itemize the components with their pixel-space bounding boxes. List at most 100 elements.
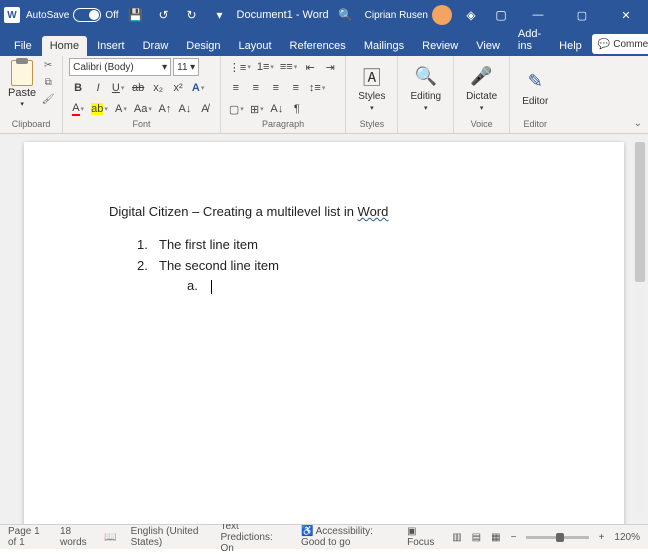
borders-button[interactable]: ⊞ xyxy=(248,100,266,118)
bullets-button[interactable]: ⋮≡ xyxy=(227,58,253,76)
bold-button[interactable]: B xyxy=(69,79,87,97)
highlight-button[interactable]: ab xyxy=(89,100,110,118)
shrink-font-button[interactable]: A↓ xyxy=(176,100,194,118)
editing-button[interactable]: 🔍 Editing▾ xyxy=(404,58,447,118)
autosave-toggle[interactable]: AutoSave Off xyxy=(26,8,119,22)
comments-button[interactable]: 💬 Comments xyxy=(592,34,648,54)
zoom-out-button[interactable]: − xyxy=(511,532,517,543)
user-name: Ciprian Rusen xyxy=(365,10,428,21)
grow-font-button[interactable]: A↑ xyxy=(156,100,174,118)
ribbon: Paste ▾ ✂ ⧉ 🖌 Clipboard Calibri (Body)▾ … xyxy=(0,56,648,134)
shading-button[interactable]: A xyxy=(112,100,130,118)
clipboard-label: Clipboard xyxy=(6,119,56,131)
group-clipboard: Paste ▾ ✂ ⧉ 🖌 Clipboard xyxy=(0,56,63,133)
editor-icon: ✎ xyxy=(523,70,547,94)
tab-draw[interactable]: Draw xyxy=(135,36,177,56)
clear-formatting-button[interactable]: A̸ xyxy=(196,100,214,118)
word-count[interactable]: 18 words xyxy=(60,526,90,548)
multilevel-button[interactable]: ≡≡ xyxy=(278,58,299,76)
avatar-icon xyxy=(432,5,452,25)
tab-help[interactable]: Help xyxy=(551,36,590,56)
align-left-button[interactable]: ≡ xyxy=(227,79,245,97)
tab-view[interactable]: View xyxy=(468,36,508,56)
zoom-in-button[interactable]: + xyxy=(599,532,605,543)
collapse-ribbon-button[interactable]: ⌄ xyxy=(634,118,642,129)
strikethrough-button[interactable]: ab xyxy=(129,79,147,97)
tab-insert[interactable]: Insert xyxy=(89,36,133,56)
shading-para-button[interactable]: ▢ xyxy=(227,100,246,118)
ribbon-options-button[interactable]: ▢ xyxy=(490,4,512,26)
subscript-button[interactable]: x₂ xyxy=(149,79,167,97)
cut-button[interactable]: ✂ xyxy=(40,58,56,72)
tab-references[interactable]: References xyxy=(282,36,354,56)
align-right-button[interactable]: ≡ xyxy=(267,79,285,97)
font-size-select[interactable]: 11▾ xyxy=(173,58,199,76)
tab-file[interactable]: File xyxy=(6,36,40,56)
group-voice: 🎤 Dictate▾ Voice xyxy=(454,56,510,133)
styles-label: Styles xyxy=(352,119,391,131)
close-button[interactable]: ✕ xyxy=(608,0,644,30)
superscript-button[interactable]: x² xyxy=(169,79,187,97)
page-count[interactable]: Page 1 of 1 xyxy=(8,526,46,548)
spell-check-icon[interactable]: 📖 xyxy=(104,532,116,543)
read-mode-button[interactable]: ▥ xyxy=(452,532,461,543)
document-heading: Digital Citizen – Creating a multilevel … xyxy=(109,202,539,223)
page[interactable]: Digital Citizen – Creating a multilevel … xyxy=(24,142,624,524)
decrease-indent-button[interactable]: ⇤ xyxy=(301,58,319,76)
web-layout-button[interactable]: ▦ xyxy=(491,532,500,543)
undo-button[interactable]: ↺ xyxy=(153,4,175,26)
qat-customize-button[interactable]: ▾ xyxy=(209,4,231,26)
group-styles: 🄰 Styles▾ Styles xyxy=(346,56,398,133)
copy-button[interactable]: ⧉ xyxy=(40,75,56,89)
print-layout-button[interactable]: ▤ xyxy=(472,532,481,543)
numbering-button[interactable]: 1≡ xyxy=(255,58,276,76)
sort-button[interactable]: A↓ xyxy=(268,100,286,118)
user-account[interactable]: Ciprian Rusen xyxy=(365,5,452,25)
language-status[interactable]: English (United States) xyxy=(131,526,207,548)
microphone-icon: 🎤 xyxy=(470,65,494,89)
dictate-button[interactable]: 🎤 Dictate▾ xyxy=(460,58,503,118)
word-app-icon: W xyxy=(4,7,20,23)
tab-design[interactable]: Design xyxy=(178,36,228,56)
show-marks-button[interactable]: ¶ xyxy=(288,100,306,118)
font-name-select[interactable]: Calibri (Body)▾ xyxy=(69,58,171,76)
vertical-scrollbar[interactable] xyxy=(634,142,646,512)
search-button[interactable]: 🔍 xyxy=(335,4,357,26)
tab-home[interactable]: Home xyxy=(42,36,87,56)
tab-review[interactable]: Review xyxy=(414,36,466,56)
styles-icon: 🄰 xyxy=(360,65,384,89)
focus-mode-button[interactable]: ▣ Focus xyxy=(407,526,442,548)
status-bar: Page 1 of 1 18 words 📖 English (United S… xyxy=(0,524,648,549)
zoom-level[interactable]: 120% xyxy=(614,532,640,543)
sub-list: a. xyxy=(159,276,539,297)
italic-button[interactable]: I xyxy=(89,79,107,97)
editor-button[interactable]: ✎ Editor xyxy=(516,58,554,118)
line-spacing-button[interactable]: ↕≡ xyxy=(307,79,327,97)
format-painter-button[interactable]: 🖌 xyxy=(40,92,56,106)
diamond-icon[interactable]: ◈ xyxy=(460,4,482,26)
styles-button[interactable]: 🄰 Styles▾ xyxy=(352,58,391,118)
change-case-button[interactable]: Aa xyxy=(132,100,154,118)
underline-button[interactable]: U xyxy=(109,79,127,97)
font-label: Font xyxy=(69,119,214,131)
zoom-slider[interactable] xyxy=(526,536,588,539)
autosave-label: AutoSave xyxy=(26,10,69,21)
align-center-button[interactable]: ≡ xyxy=(247,79,265,97)
group-editing: 🔍 Editing▾ xyxy=(398,56,454,133)
justify-button[interactable]: ≡ xyxy=(287,79,305,97)
text-cursor xyxy=(211,280,212,294)
tab-mailings[interactable]: Mailings xyxy=(356,36,412,56)
tab-layout[interactable]: Layout xyxy=(231,36,280,56)
list-item: 1.The first line item xyxy=(137,235,539,256)
redo-button[interactable]: ↻ xyxy=(181,4,203,26)
document-canvas: Digital Citizen – Creating a multilevel … xyxy=(0,134,648,524)
accessibility-status[interactable]: ♿ Accessibility: Good to go xyxy=(301,526,393,548)
text-effects-button[interactable]: A xyxy=(189,79,207,97)
maximize-button[interactable]: ▢ xyxy=(564,0,600,30)
scrollbar-thumb[interactable] xyxy=(635,142,645,282)
increase-indent-button[interactable]: ⇥ xyxy=(321,58,339,76)
save-button[interactable]: 💾 xyxy=(125,4,147,26)
font-color-button[interactable]: A xyxy=(69,100,87,118)
paste-button[interactable]: Paste ▾ xyxy=(6,58,38,110)
tab-addins[interactable]: Add-ins xyxy=(510,24,549,56)
